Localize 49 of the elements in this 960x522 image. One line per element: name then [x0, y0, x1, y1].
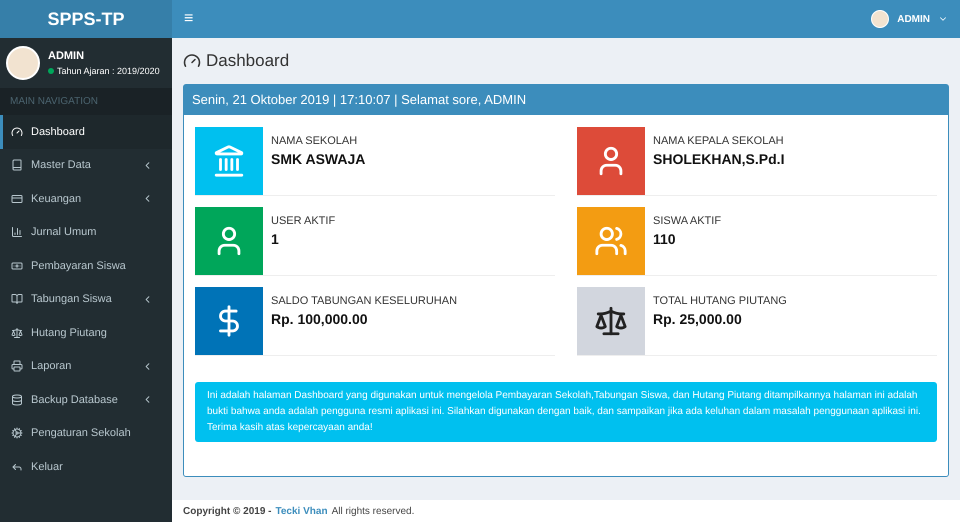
menu-toggle[interactable]: ≡: [184, 7, 194, 31]
nav-item[interactable]: Keuangan: [0, 182, 172, 216]
nav-header: MAIN NAVIGATION: [0, 88, 172, 115]
bank-icon: [212, 144, 246, 178]
info-label: NAMA KEPALA SEKOLAH: [653, 134, 784, 148]
nav-item[interactable]: Dashboard: [0, 115, 172, 148]
nav-item[interactable]: Hutang Piutang: [0, 316, 172, 350]
nav-item[interactable]: Backup Database: [0, 383, 172, 416]
info-value: Rp. 25,000.00: [653, 310, 743, 329]
avatar: [6, 46, 40, 80]
banknote-icon: [11, 260, 23, 272]
nav-item[interactable]: Pembayaran Siswa: [0, 249, 172, 282]
printer-icon: [11, 360, 23, 372]
info-label: SALDO TABUNGAN KESELURUHAN: [271, 294, 458, 308]
user-menu[interactable]: ADMIN: [871, 10, 948, 28]
academic-year: Tahun Ajaran : 2019/2020: [57, 64, 160, 78]
book-icon: [11, 159, 23, 172]
info-value: SMK ASWAJA: [271, 150, 366, 169]
info-callout: Ini adalah halaman Dashboard yang digunakan untuk mengelola Pembayaran Sekolah,Tabungan Siswa, dan Hutang Piutang ditampilkannya halaman ini adalah bukti bahwa anda adalah pengguna resmi aplikasi ini. Silahkan digunakan dengan baik, dan sampaikan jika ada keluhan dalam masalah penggunaan aplikasi ini. Terima kasih atas kepercayaan anda!: [195, 382, 937, 442]
nav-item[interactable]: Laporan: [0, 350, 172, 383]
bar-chart-icon: [11, 226, 23, 238]
info-label: SISWA AKTIF: [653, 214, 722, 228]
avatar: [871, 10, 890, 28]
credit-card-icon: [11, 192, 23, 205]
gauge-icon: [183, 52, 201, 70]
info-label: USER AKTIF: [271, 214, 336, 228]
info-value: SHOLEKHAN,S.Pd.I: [653, 150, 784, 169]
gear-icon: [11, 427, 23, 440]
gauge-icon: [11, 126, 23, 138]
copyright-text: Copyright © 2019 -: [183, 504, 272, 518]
nav-item[interactable]: Tabungan Siswa: [0, 282, 172, 316]
nav-item[interactable]: Pengaturan Sekolah: [0, 416, 172, 450]
scale-icon: [11, 326, 23, 339]
nav-item[interactable]: Jurnal Umum: [0, 216, 172, 249]
author-link[interactable]: Tecki Vhan: [276, 504, 328, 518]
user-name: ADMIN: [48, 49, 86, 64]
database-icon: [11, 394, 23, 406]
brand-logo[interactable]: SPPS-TP: [0, 0, 172, 38]
info-value: 1: [271, 230, 280, 249]
card-header: Senin, 21 Oktober 2019 | 17:10:07 | Selamat sore, ADMIN: [184, 84, 948, 114]
nav-item[interactable]: Keluar: [0, 450, 172, 484]
info-value: Rp. 100,000.00: [271, 310, 369, 329]
info-label: NAMA SEKOLAH: [271, 134, 358, 148]
open-book-icon: [11, 293, 23, 306]
info-value: 110: [653, 230, 677, 249]
page-title: Dashboard: [206, 50, 290, 72]
info-label: TOTAL HUTANG PIUTANG: [653, 294, 787, 308]
rights-text: All rights reserved.: [332, 504, 414, 518]
nav-item[interactable]: Master Data: [0, 148, 172, 182]
